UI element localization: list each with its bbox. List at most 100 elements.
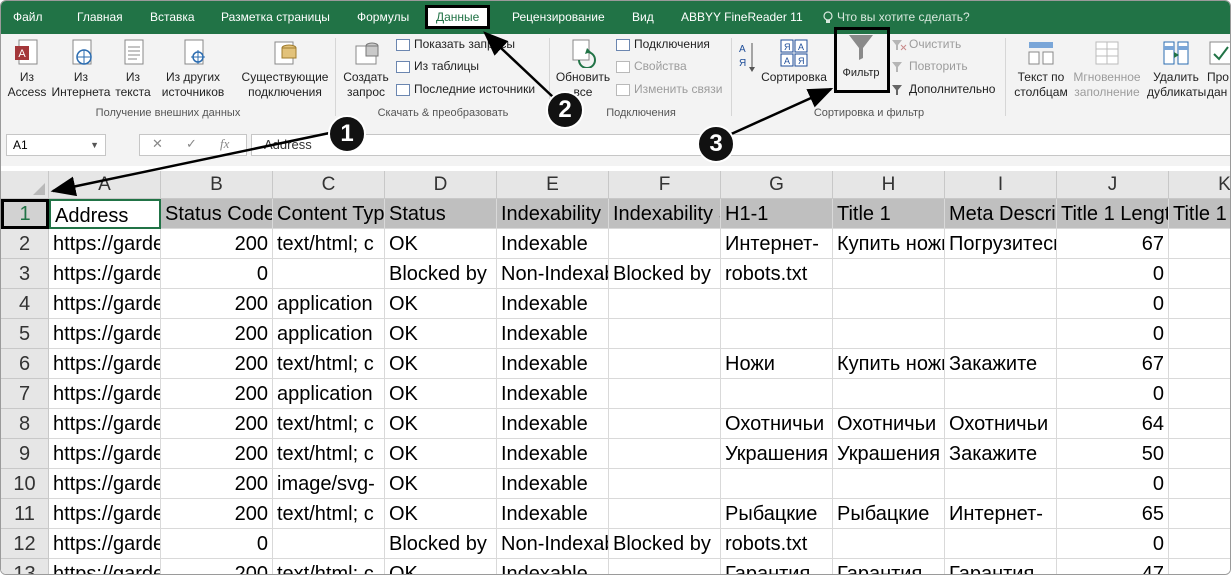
cell-k6[interactable] [1169,349,1230,379]
cell-d10[interactable]: OK [385,469,497,499]
column-header-k[interactable]: K [1169,171,1230,199]
cell-b3[interactable]: 0 [161,259,273,289]
cell-c3[interactable] [273,259,385,289]
cell-a9[interactable]: https://garden [49,439,161,469]
cell-a5[interactable]: https://garden [49,319,161,349]
cell-k11[interactable] [1169,499,1230,529]
cell-d9[interactable]: OK [385,439,497,469]
cell-g4[interactable] [721,289,833,319]
cell-k5[interactable] [1169,319,1230,349]
tab-view[interactable]: Вид [632,1,654,34]
column-header-a[interactable]: A [49,171,161,199]
cell-k12[interactable] [1169,529,1230,559]
cell-a2[interactable]: https://garden [49,229,161,259]
cell-g6[interactable]: Ножи [721,349,833,379]
cell-f12[interactable]: Blocked by [609,529,721,559]
cell-b8[interactable]: 200 [161,409,273,439]
column-header-g[interactable]: G [721,171,833,199]
cell-c9[interactable]: text/html; c [273,439,385,469]
properties-button[interactable]: Свойства [616,56,687,76]
row-header-1[interactable]: 1 [1,199,49,229]
column-header-i[interactable]: I [945,171,1057,199]
cell-f8[interactable] [609,409,721,439]
from-table-button[interactable]: Из таблицы [396,56,479,76]
cell-b13[interactable]: 200 [161,559,273,574]
cell-d8[interactable]: OK [385,409,497,439]
cell-k8[interactable] [1169,409,1230,439]
cell-b6[interactable]: 200 [161,349,273,379]
cell-g5[interactable] [721,319,833,349]
cell-b12[interactable]: 0 [161,529,273,559]
tab-insert[interactable]: Вставка [150,1,195,34]
cell-a1[interactable]: Address [49,199,161,229]
cell-g13[interactable]: Гарантия [721,559,833,574]
cell-d3[interactable]: Blocked by [385,259,497,289]
cell-j11[interactable]: 65 [1057,499,1169,529]
cell-h7[interactable] [833,379,945,409]
chevron-down-icon[interactable]: ▼ [90,135,99,155]
cell-g3[interactable]: robots.txt [721,259,833,289]
cell-j7[interactable]: 0 [1057,379,1169,409]
tab-page-layout[interactable]: Разметка страницы [221,1,330,34]
formula-input[interactable]: Address [251,134,1230,156]
tab-formulas[interactable]: Формулы [357,1,409,34]
select-all-corner[interactable] [1,171,49,199]
insert-function-icon[interactable]: fx [220,136,229,152]
column-header-d[interactable]: D [385,171,497,199]
cell-a3[interactable]: https://garden [49,259,161,289]
cell-a11[interactable]: https://garden [49,499,161,529]
cell-e6[interactable]: Indexable [497,349,609,379]
cell-k3[interactable] [1169,259,1230,289]
cell-i11[interactable]: Интернет- [945,499,1057,529]
column-header-b[interactable]: B [161,171,273,199]
column-header-c[interactable]: C [273,171,385,199]
row-header-13[interactable]: 13 [1,559,49,574]
cell-h1[interactable]: Title 1 [833,199,945,229]
cell-b1[interactable]: Status Code [161,199,273,229]
cell-c2[interactable]: text/html; c [273,229,385,259]
cell-j3[interactable]: 0 [1057,259,1169,289]
cell-b11[interactable]: 200 [161,499,273,529]
cell-f3[interactable]: Blocked by [609,259,721,289]
column-header-h[interactable]: H [833,171,945,199]
cell-j4[interactable]: 0 [1057,289,1169,319]
cell-c4[interactable]: application [273,289,385,319]
cell-e11[interactable]: Indexable [497,499,609,529]
cell-k7[interactable] [1169,379,1230,409]
cell-c8[interactable]: text/html; c [273,409,385,439]
row-header-11[interactable]: 11 [1,499,49,529]
cell-k4[interactable] [1169,289,1230,319]
row-header-6[interactable]: 6 [1,349,49,379]
cell-e13[interactable]: Indexable [497,559,609,574]
advanced-filter-button[interactable]: Дополнительно [891,79,995,99]
cell-d5[interactable]: OK [385,319,497,349]
edit-links-button[interactable]: Изменить связи [616,79,722,99]
cell-g8[interactable]: Охотничьи [721,409,833,439]
cell-k13[interactable] [1169,559,1230,574]
from-web-button[interactable]: Из Интернета [51,38,111,100]
cell-f2[interactable] [609,229,721,259]
row-header-9[interactable]: 9 [1,439,49,469]
cell-d1[interactable]: Status [385,199,497,229]
cell-f4[interactable] [609,289,721,319]
cell-c7[interactable]: application [273,379,385,409]
connections-button[interactable]: Подключения [616,34,710,54]
cell-e10[interactable]: Indexable [497,469,609,499]
row-header-3[interactable]: 3 [1,259,49,289]
cell-f7[interactable] [609,379,721,409]
cancel-icon[interactable]: ✕ [152,136,163,152]
cell-j13[interactable]: 47 [1057,559,1169,574]
cell-g11[interactable]: Рыбацкие [721,499,833,529]
cell-g7[interactable] [721,379,833,409]
cell-d7[interactable]: OK [385,379,497,409]
clear-filter-button[interactable]: Очистить [891,34,961,54]
cell-h4[interactable] [833,289,945,319]
cell-j2[interactable]: 67 [1057,229,1169,259]
sort-button[interactable]: ЯААЯ Сортировка [761,38,827,85]
row-header-8[interactable]: 8 [1,409,49,439]
cell-i12[interactable] [945,529,1057,559]
cell-c6[interactable]: text/html; c [273,349,385,379]
row-header-7[interactable]: 7 [1,379,49,409]
cell-k9[interactable] [1169,439,1230,469]
cell-f6[interactable] [609,349,721,379]
